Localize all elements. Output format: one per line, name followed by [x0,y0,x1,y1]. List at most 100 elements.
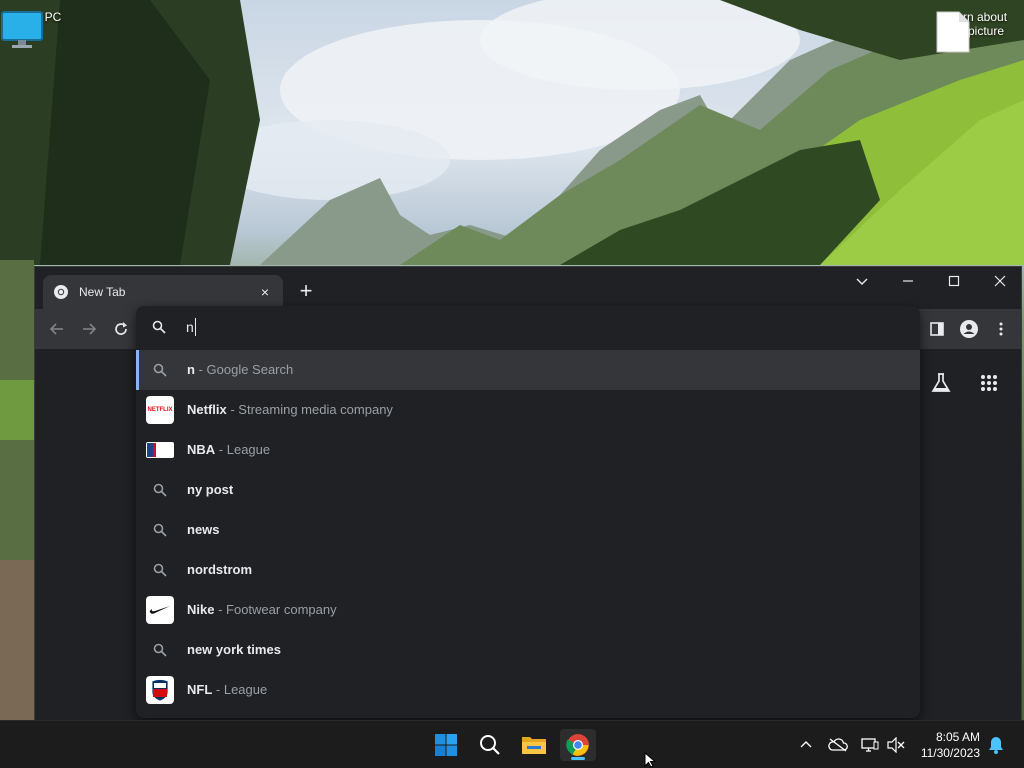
suggestion-separator: - [212,682,224,697]
suggestion-text: NFL [187,682,213,697]
profile-button[interactable] [957,317,981,341]
netflix-logo-text: NETFLIX [147,407,173,413]
suggestion-description: League [223,682,268,697]
forward-button[interactable] [77,317,101,341]
arrow-left-icon [49,323,63,335]
flask-icon [931,373,951,392]
suggestion-text: NBA [187,442,216,457]
suggestion-item[interactable]: n - Google Search [136,350,920,390]
cloud-offline-icon [828,738,848,752]
desktop-icon-learn-about-picture[interactable]: Learn about this picture [935,10,1015,53]
suggestion-item[interactable]: NETFLIX Netflix - Streaming media compan… [136,390,920,430]
chrome-icon [566,734,589,756]
suggestion-item[interactable]: NFL - League [136,670,920,710]
google-apps-button[interactable] [975,369,1003,397]
start-button[interactable] [428,729,464,761]
suggestion-separator: - [194,362,207,377]
clock-time: 8:05 AM [935,730,980,744]
labs-button[interactable] [927,369,955,397]
tab-close-icon[interactable]: × [257,284,273,300]
bell-icon [989,737,1003,754]
onedrive-button[interactable] [828,735,848,755]
suggestion-text: news [187,522,220,537]
close-window-button[interactable] [977,267,1023,295]
suggestion-text: Netflix [187,402,227,417]
suggestion-item[interactable]: NBA - League [136,430,920,470]
text-caret [195,318,196,336]
new-tab-button[interactable]: + [293,279,319,305]
desktop-icon-this-pc[interactable]: This PC [0,10,80,48]
netflix-logo-icon: NETFLIX [146,396,174,424]
omnibox-dropdown: n - Google Search NETFLIX Netflix - Stre… [136,306,920,718]
suggestion-text: ny post [187,482,234,497]
kebab-menu-icon [999,322,1003,336]
back-button[interactable] [45,317,69,341]
taskbar: 8:05 AM 11/30/2023 [0,720,1024,768]
suggestion-description: Footwear company [226,602,337,617]
tab-new-tab[interactable]: New Tab × [43,275,283,309]
network-button[interactable] [860,735,880,755]
chevron-up-icon [800,741,812,748]
folder-icon [522,737,546,754]
chrome-taskbar-button[interactable] [560,729,596,761]
profile-icon [960,320,978,338]
title-bar: New Tab × + [35,267,1021,309]
suggestion-text: new york times [187,642,281,657]
arrow-right-icon [83,323,97,335]
suggestion-text: n [187,362,195,377]
search-icon [146,516,174,544]
notifications-button[interactable] [986,735,1006,755]
suggestion-item[interactable]: new york times [136,630,920,670]
maximize-icon [948,275,960,287]
clock-date: 11/30/2023 [920,746,980,760]
windows-start-icon [435,734,457,756]
network-icon [861,738,879,752]
suggestion-text: nordstrom [187,562,252,577]
taskbar-search-button[interactable] [472,729,508,761]
suggestion-description: League [226,442,271,457]
suggestion-item[interactable]: news [136,510,920,550]
suggestion-item[interactable]: ny post [136,470,920,510]
apps-grid-icon [981,375,997,391]
clock[interactable]: 8:05 AM 11/30/2023 [880,729,980,761]
mouse-cursor-icon [644,752,657,768]
nba-logo-icon [146,442,174,458]
search-icon [480,735,500,755]
minimize-icon [903,280,913,282]
reload-button[interactable] [109,317,133,341]
search-icon [146,356,174,384]
nfl-logo-icon [146,676,174,704]
tab-title: New Tab [79,285,126,299]
suggestion-separator: - [215,442,227,457]
monitor-icon [1,11,43,48]
suggestion-list: n - Google Search NETFLIX Netflix - Stre… [136,350,920,710]
suggestion-description: Streaming media company [238,402,393,417]
suggestion-separator: - [214,602,227,617]
search-icon [146,476,174,504]
nike-logo-icon [146,596,174,624]
side-panel-icon [930,322,944,336]
active-app-indicator [571,757,585,760]
file-explorer-button[interactable] [516,729,552,761]
search-icon [146,636,174,664]
search-icon [146,556,174,584]
menu-button[interactable] [989,317,1013,341]
search-icon [152,320,166,334]
side-panel-button[interactable] [925,317,949,341]
address-bar-input[interactable] [186,316,786,338]
maximize-button[interactable] [931,267,977,295]
chrome-tab-icon [54,285,68,299]
suggestion-description: Google Search [206,362,294,377]
document-icon [936,11,970,53]
close-icon [994,275,1006,287]
suggestion-item[interactable]: Nike - Footwear company [136,590,920,630]
omnibox[interactable] [136,306,920,348]
chevron-down-icon [856,278,868,285]
minimize-button[interactable] [885,267,931,295]
tab-search-button[interactable] [839,267,885,295]
reload-icon [115,322,127,335]
suggestion-separator: - [226,402,239,417]
suggestion-item[interactable]: nordstrom [136,550,920,590]
show-hidden-icons-button[interactable] [796,735,816,755]
suggestion-text: Nike [187,602,215,617]
